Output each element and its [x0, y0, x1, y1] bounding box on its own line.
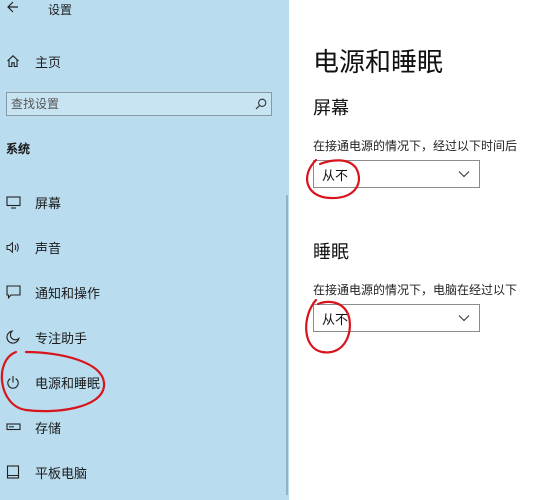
sidebar: 设置 主页 系统 屏幕 声音 通知和操作 专注助手 [0, 0, 289, 500]
screen-heading: 屏幕 [313, 98, 349, 119]
sidebar-item-label: 声音 [35, 241, 62, 257]
sidebar-item-home[interactable]: 主页 [6, 50, 61, 72]
sidebar-item-display[interactable]: 屏幕 [6, 190, 61, 214]
moon-icon [6, 330, 28, 344]
sidebar-item-storage[interactable]: 存储 [6, 415, 61, 439]
power-icon [6, 375, 28, 390]
search-box[interactable] [6, 92, 272, 116]
screen-description: 在接通电源的情况下，经过以下时间后 [313, 139, 518, 153]
monitor-icon [6, 195, 28, 209]
sleep-timeout-value: 从不 [322, 312, 349, 328]
sidebar-item-label: 主页 [35, 55, 62, 71]
sidebar-item-sound[interactable]: 声音 [6, 235, 61, 259]
main-content: 电源和睡眠 屏幕 在接通电源的情况下，经过以下时间后 从不 睡眠 在接通电源的情… [289, 0, 535, 500]
sidebar-item-focus-assist[interactable]: 专注助手 [6, 325, 87, 349]
chevron-down-icon [458, 314, 470, 322]
title-bar: 设置 [6, 0, 72, 18]
sidebar-item-label: 存储 [35, 421, 62, 437]
screen-timeout-dropdown[interactable]: 从不 [313, 160, 480, 188]
section-heading: 系统 [6, 142, 31, 156]
sidebar-item-label: 专注助手 [35, 331, 88, 347]
home-icon [6, 54, 28, 68]
window-title: 设置 [48, 2, 73, 17]
sidebar-item-label: 电源和睡眠 [35, 376, 101, 392]
sidebar-item-tablet[interactable]: 平板电脑 [6, 460, 87, 484]
storage-icon [6, 422, 28, 432]
page-title: 电源和睡眠 [313, 48, 444, 78]
sidebar-item-label: 平板电脑 [35, 466, 88, 482]
notification-icon [6, 285, 28, 299]
chevron-down-icon [458, 170, 470, 178]
speaker-icon [6, 241, 28, 254]
sleep-timeout-dropdown[interactable]: 从不 [313, 304, 480, 332]
back-arrow-icon[interactable] [6, 1, 26, 17]
sidebar-item-label: 屏幕 [35, 196, 62, 212]
sleep-heading: 睡眠 [313, 242, 349, 263]
sidebar-scrollbar[interactable] [286, 195, 288, 495]
sidebar-item-label: 通知和操作 [35, 286, 101, 302]
sidebar-item-power-sleep[interactable]: 电源和睡眠 [6, 370, 100, 394]
search-icon[interactable] [251, 98, 271, 110]
search-input[interactable] [7, 96, 251, 112]
sidebar-item-notifications[interactable]: 通知和操作 [6, 280, 100, 304]
screen-timeout-value: 从不 [322, 168, 349, 184]
tablet-icon [6, 465, 28, 479]
sleep-description: 在接通电源的情况下，电脑在经过以下 [313, 283, 518, 297]
